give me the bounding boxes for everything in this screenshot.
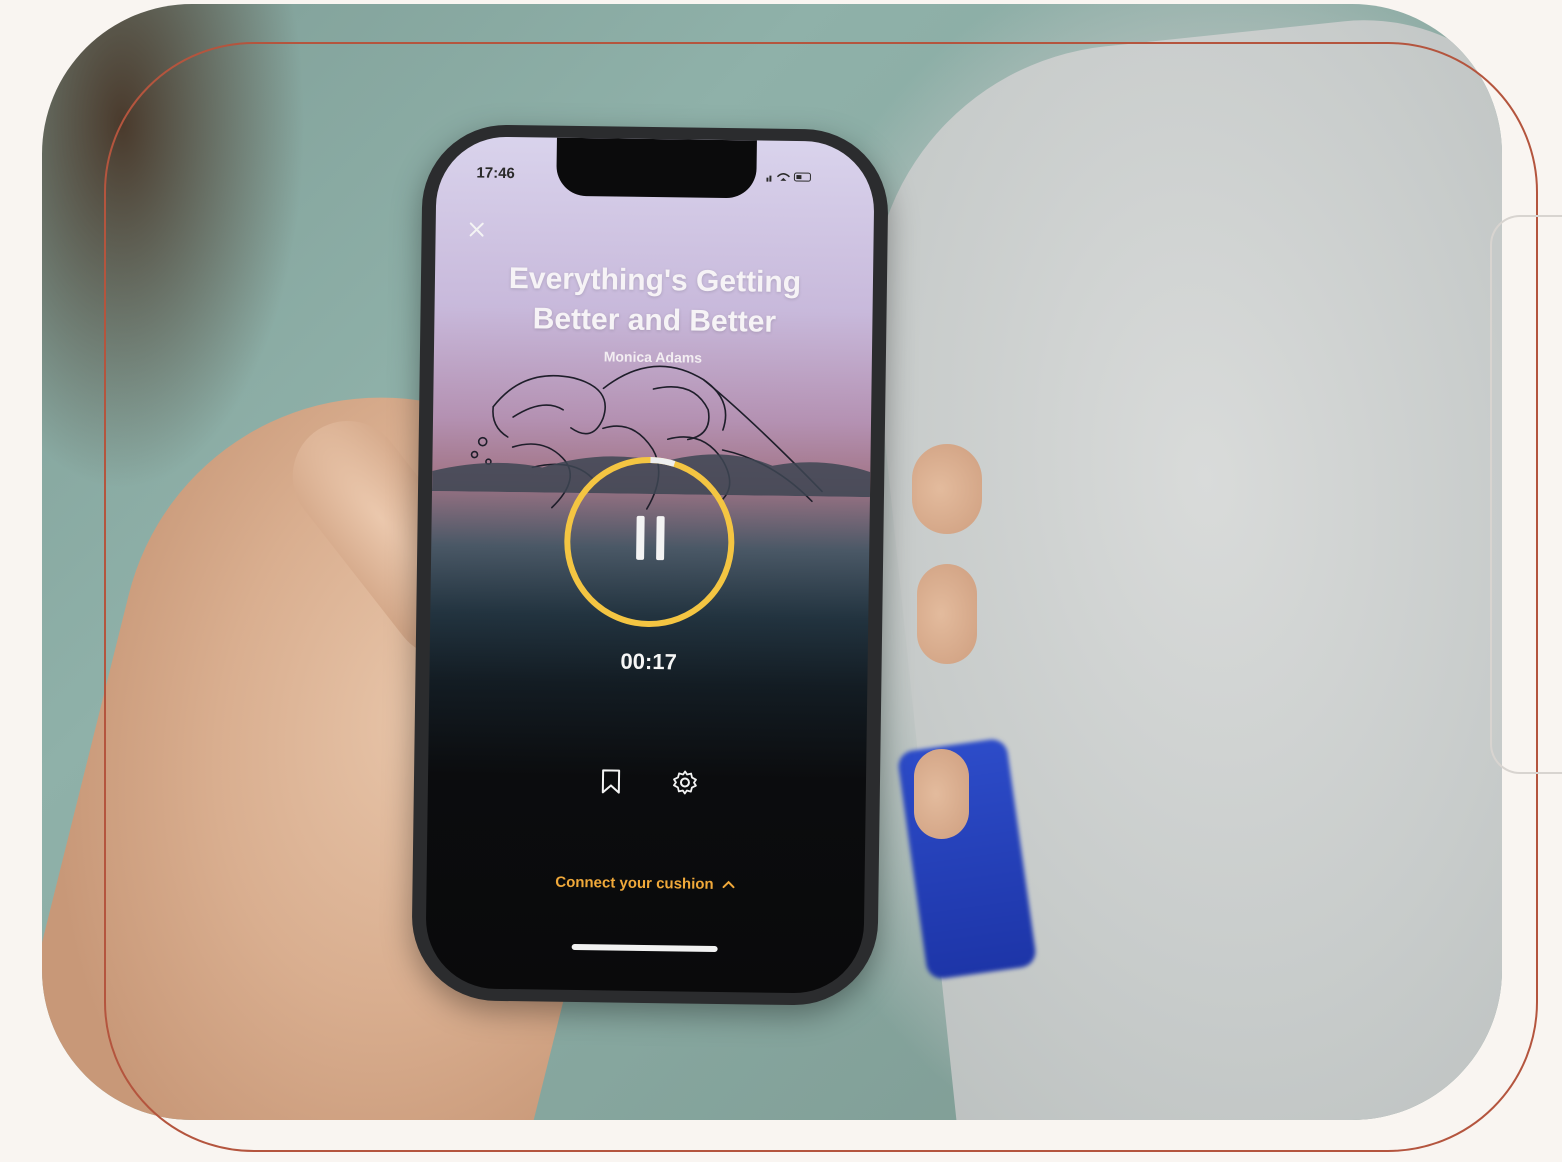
status-time: 17:46 — [476, 164, 515, 183]
gear-icon[interactable] — [672, 769, 698, 795]
home-indicator[interactable] — [571, 943, 718, 952]
pause-icon — [656, 516, 665, 561]
finger — [912, 444, 982, 534]
phone: 17:46 Everything's Getting Better and Be… — [410, 123, 890, 1007]
connect-cushion-label: Connect your cushion — [555, 873, 714, 893]
close-button[interactable] — [467, 216, 485, 244]
notch — [556, 137, 757, 199]
elapsed-time: 00:17 — [620, 648, 677, 675]
close-icon — [469, 222, 484, 237]
finger — [914, 749, 969, 839]
pause-button[interactable] — [624, 515, 677, 561]
bookmark-icon[interactable] — [600, 768, 622, 794]
finger — [917, 564, 977, 664]
chevron-up-icon — [722, 880, 735, 889]
pause-icon — [636, 515, 645, 560]
signal-wifi-battery-icon — [766, 172, 811, 182]
connect-cushion-button[interactable]: Connect your cushion — [426, 872, 864, 895]
phone-screen: 17:46 Everything's Getting Better and Be… — [425, 135, 875, 995]
track-title-line1: Everything's Getting — [508, 262, 802, 300]
status-icons — [766, 171, 812, 187]
track-title: Everything's Getting Better and Better — [464, 258, 845, 343]
track-title-line2: Better and Better — [532, 302, 777, 339]
edge-decoration — [1490, 215, 1562, 774]
